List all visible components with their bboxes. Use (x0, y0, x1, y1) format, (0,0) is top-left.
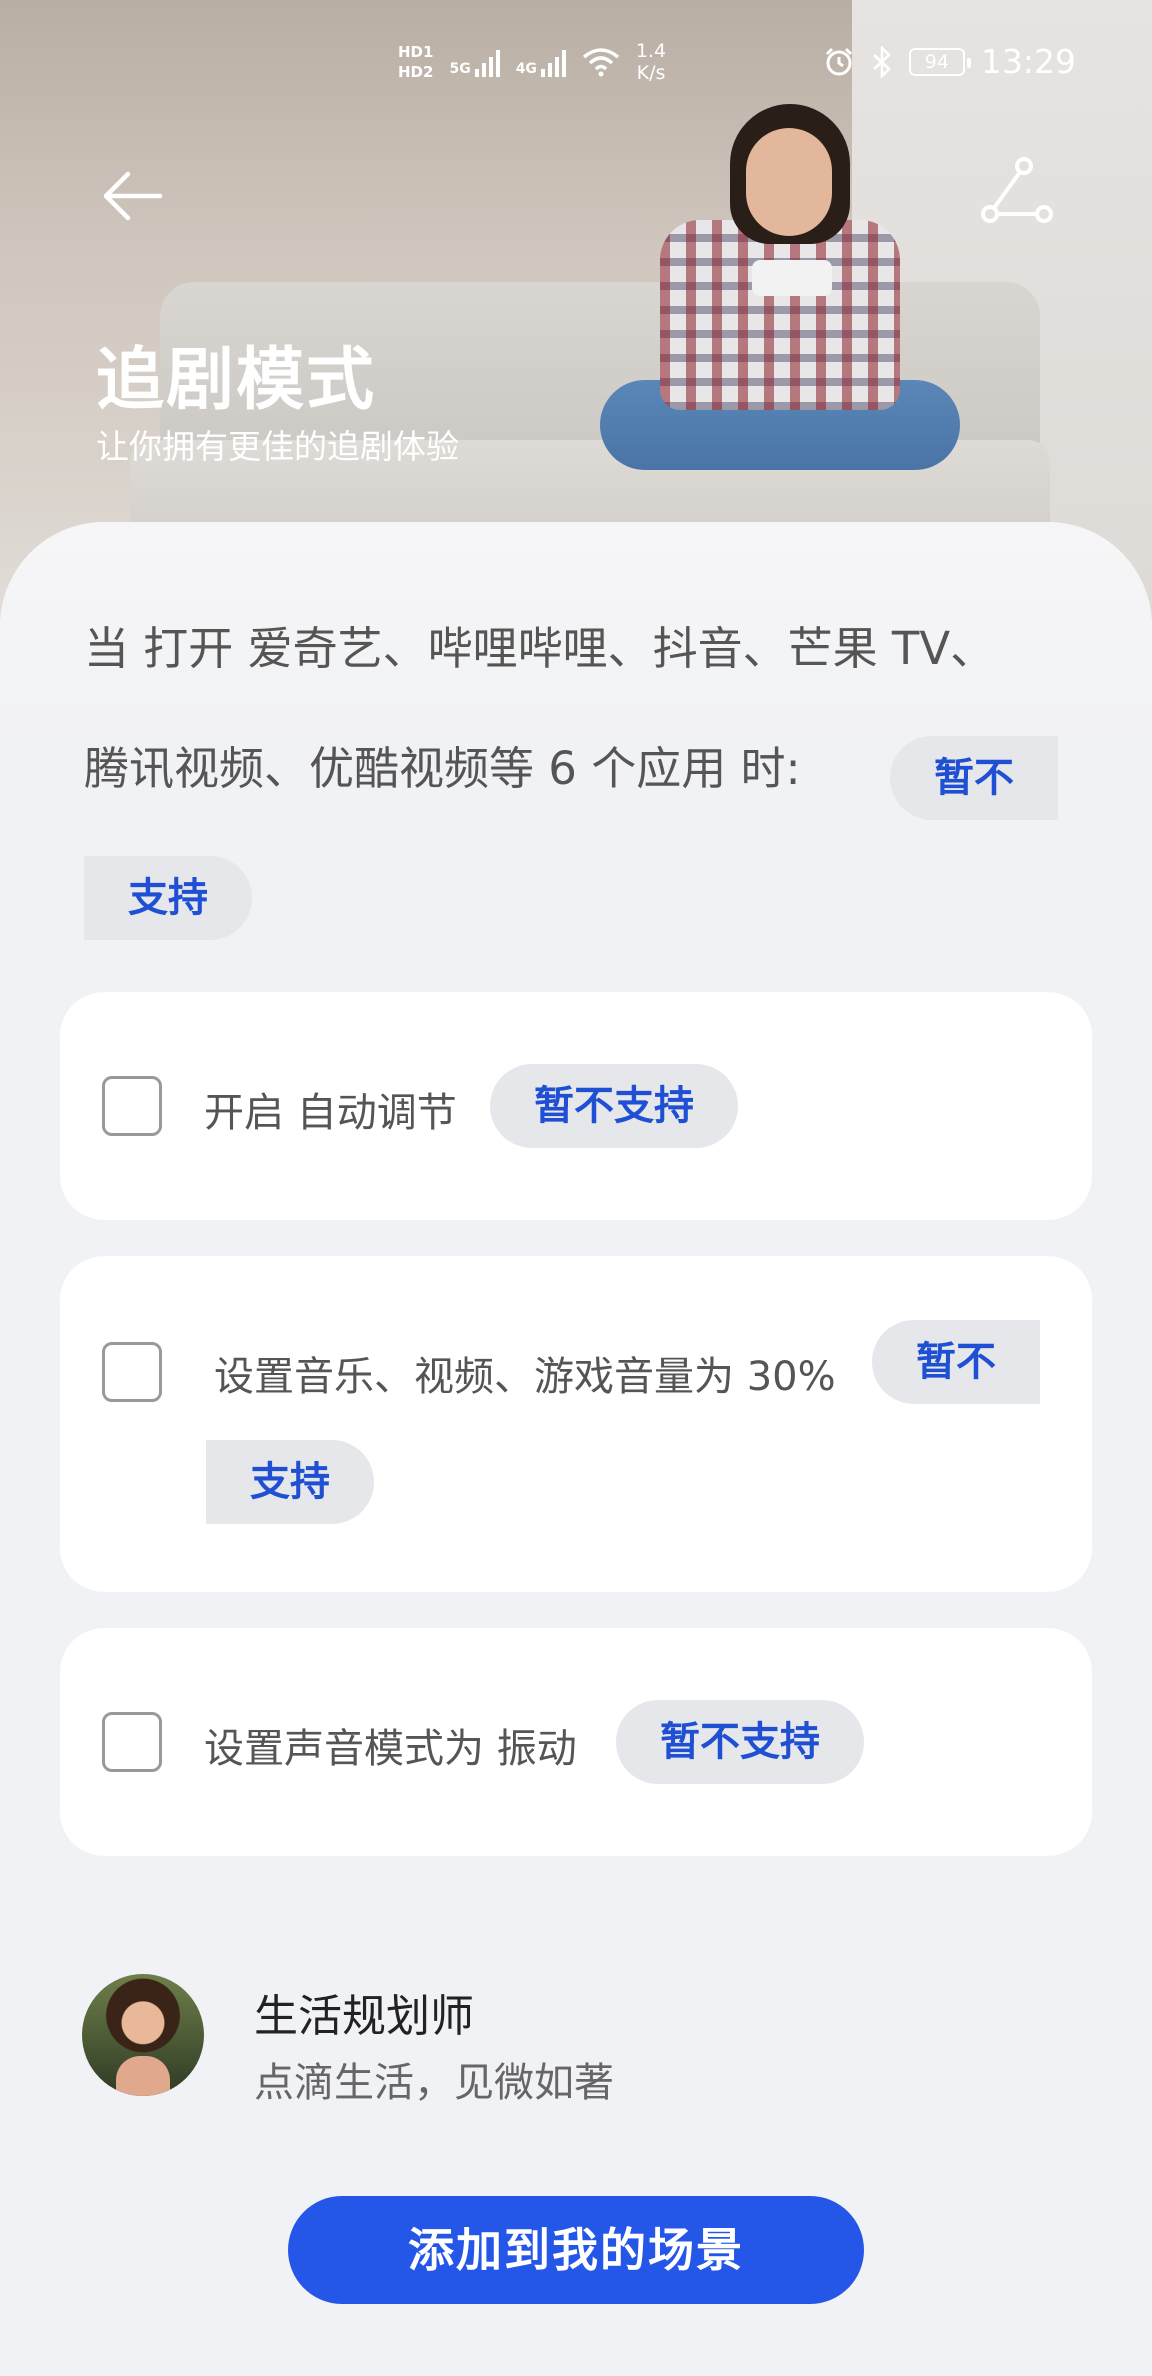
volume-label: 设置音乐、视频、游戏音量为 30% (214, 1354, 836, 1400)
condition-status-badge-cont: 支持 (84, 856, 252, 940)
status-bar-right: 94 13:29 (823, 42, 1076, 81)
network-speed: 1.4 K/s (636, 40, 666, 84)
author-description: 点滴生活，见微如著 (254, 2060, 614, 2106)
hero-person-body (660, 220, 900, 410)
hd-indicator: HD1 HD2 (398, 42, 433, 82)
condition-text-line1: 当 打开 爱奇艺、哔哩哔哩、抖音、芒果 TV、 (84, 622, 996, 675)
author-name[interactable]: 生活规划师 (254, 1980, 474, 2044)
sound-mode-status-badge: 暂不支持 (616, 1700, 864, 1784)
alarm-icon (825, 47, 852, 75)
signal-icon (474, 47, 500, 77)
speed-value: 1.4 (635, 40, 667, 62)
sound-mode-checkbox[interactable] (102, 1712, 162, 1772)
hd1-label: HD1 (398, 43, 434, 61)
condition-status-badge: 暂不 (890, 736, 1058, 820)
net1-label: 5G (449, 61, 471, 77)
hd2-label: HD2 (398, 63, 434, 81)
action-card-volume: 设置音乐、视频、游戏音量为 30% 暂不 支持 (60, 1256, 1092, 1592)
action-card-sound-mode: 设置声音模式为 振动 暂不支持 (60, 1628, 1092, 1856)
battery-level: 94 (924, 50, 949, 73)
bluetooth-icon (873, 45, 891, 78)
signal-4g: 4G (516, 47, 566, 77)
page-title: 追剧模式 (96, 341, 377, 420)
avatar[interactable] (82, 1974, 204, 2096)
scene-detail-page: HD1 HD2 5G 4G 1.4 K/s 94 13:29 追剧模式 让你拥有… (0, 0, 1152, 2376)
page-subtitle: 让你拥有更佳的追剧体验 (96, 427, 459, 466)
arrow-left-icon (103, 171, 163, 221)
sound-mode-label: 设置声音模式为 振动 (204, 1726, 577, 1772)
add-to-my-scenes-button[interactable]: 添加到我的场景 (288, 2196, 864, 2304)
battery-icon: 94 (908, 47, 971, 76)
condition-text-line2: 腾讯视频、优酷视频等 6 个应用 时: (84, 742, 801, 795)
net2-label: 4G (515, 61, 537, 77)
auto-adjust-checkbox[interactable] (102, 1076, 162, 1136)
volume-status-badge: 暂不 (872, 1320, 1040, 1404)
speed-unit: K/s (636, 62, 666, 84)
status-bar-left: HD1 HD2 5G 4G 1.4 K/s (398, 40, 666, 84)
share-button[interactable] (980, 156, 1056, 232)
back-button[interactable] (96, 160, 168, 232)
share-icon (981, 157, 1053, 223)
wifi-icon (582, 48, 620, 77)
volume-checkbox[interactable] (102, 1342, 162, 1402)
hero-person-phone (752, 260, 832, 296)
auto-adjust-status-badge: 暂不支持 (490, 1064, 738, 1148)
volume-status-badge-cont: 支持 (206, 1440, 374, 1524)
action-card-auto-adjust: 开启 自动调节 暂不支持 (60, 992, 1092, 1220)
hero-person-face (746, 128, 832, 236)
status-bar: HD1 HD2 5G 4G 1.4 K/s 94 13:29 (0, 36, 1152, 96)
signal-5g: 5G (449, 47, 500, 77)
signal-icon (540, 47, 566, 77)
clock: 13:29 (980, 42, 1076, 81)
auto-adjust-label: 开启 自动调节 (204, 1090, 457, 1136)
